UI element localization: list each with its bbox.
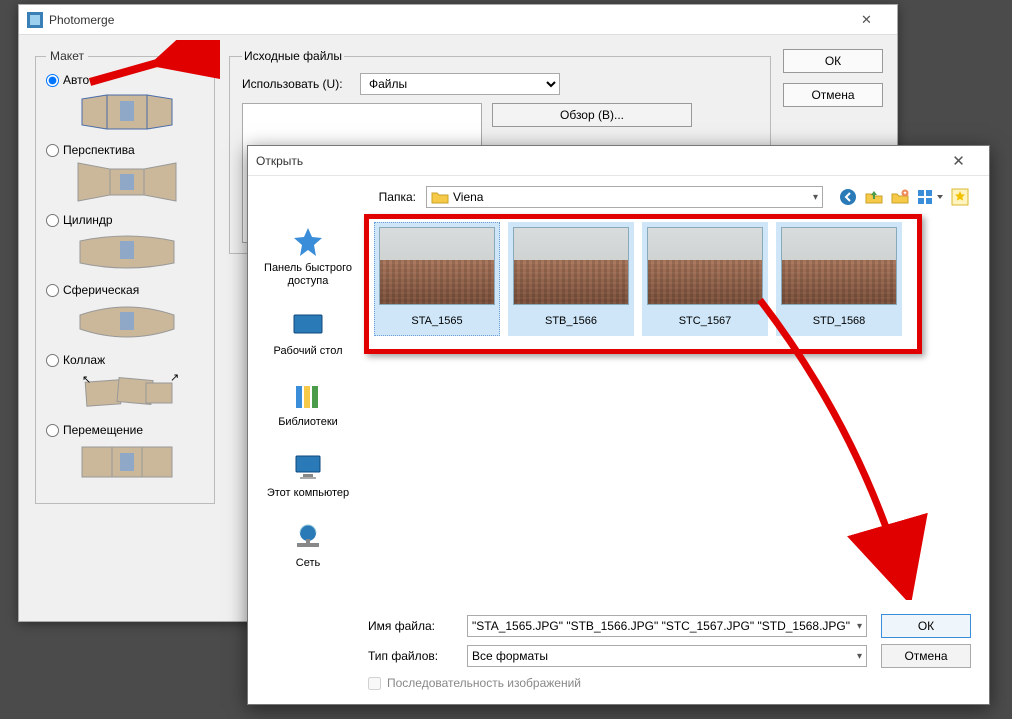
- radio-collage-input[interactable]: [46, 354, 59, 367]
- photomerge-title: Photomerge: [49, 13, 114, 27]
- open-title: Открыть: [256, 154, 303, 168]
- radio-cylinder-input[interactable]: [46, 214, 59, 227]
- thumb-preview: [647, 227, 763, 305]
- filetype-select[interactable]: Все форматы ▾: [467, 645, 867, 667]
- radio-perspective-label: Перспектива: [63, 143, 135, 157]
- radio-auto[interactable]: Авто: [46, 73, 204, 87]
- svg-text:↗: ↗: [170, 372, 179, 384]
- place-computer[interactable]: Этот компьютер: [248, 447, 368, 504]
- pm-ok-button[interactable]: ОК: [783, 49, 883, 73]
- layout-legend: Макет: [46, 49, 88, 63]
- back-icon[interactable]: [839, 188, 857, 206]
- pm-cancel-button[interactable]: Отмена: [783, 83, 883, 107]
- app-icon: [27, 12, 43, 28]
- radio-collage[interactable]: Коллаж: [46, 353, 204, 367]
- svg-text:↖: ↖: [82, 374, 91, 386]
- use-label: Использовать (U):: [242, 77, 352, 91]
- filetype-label: Тип файлов:: [368, 649, 453, 663]
- chevron-down-icon: ▾: [813, 192, 818, 203]
- place-desktop-label: Рабочий стол: [273, 345, 342, 358]
- place-quick-access[interactable]: Панель быстрого доступа: [248, 222, 368, 291]
- sequence-label: Последовательность изображений: [387, 676, 581, 690]
- radio-spherical[interactable]: Сферическая: [46, 283, 204, 297]
- file-thumb[interactable]: STD_1568: [776, 222, 902, 336]
- browse-button[interactable]: Обзор (B)...: [492, 103, 692, 127]
- filename-input[interactable]: "STA_1565.JPG" "STB_1566.JPG" "STC_1567.…: [467, 615, 867, 637]
- view-menu-icon[interactable]: [917, 188, 945, 206]
- place-network[interactable]: Сеть: [248, 517, 368, 574]
- thumb-reposition-icon: [72, 441, 182, 483]
- thumb-preview: [379, 227, 495, 305]
- open-cancel-button[interactable]: Отмена: [881, 644, 971, 668]
- nav-toolbar: ✦: [839, 188, 945, 206]
- folder-value: Viena: [453, 190, 483, 204]
- radio-reposition-input[interactable]: [46, 424, 59, 437]
- chevron-down-icon: ▾: [857, 621, 862, 632]
- source-legend: Исходные файлы: [242, 49, 344, 63]
- place-desktop[interactable]: Рабочий стол: [248, 305, 368, 362]
- photomerge-titlebar: Photomerge ✕: [19, 5, 897, 35]
- place-quick-label: Панель быстрого доступа: [248, 262, 368, 287]
- file-browser-area[interactable]: STA_1565 STB_1566 STC_1567 STD_1568: [368, 218, 989, 608]
- place-network-label: Сеть: [296, 557, 320, 570]
- radio-spherical-input[interactable]: [46, 284, 59, 297]
- thumb-name: STB_1566: [545, 311, 597, 331]
- layout-fieldset: Макет Авто Перспектива Цилиндр: [35, 49, 215, 504]
- open-ok-button[interactable]: ОК: [881, 614, 971, 638]
- radio-auto-label: Авто: [63, 73, 89, 87]
- open-dialog: Открыть ✕ Папка: Viena ▾ ✦ Панель быстро…: [247, 145, 990, 705]
- radio-reposition[interactable]: Перемещение: [46, 423, 204, 437]
- folder-label: Папка:: [368, 190, 416, 204]
- radio-perspective-input[interactable]: [46, 144, 59, 157]
- radio-reposition-label: Перемещение: [63, 423, 143, 437]
- file-thumb[interactable]: STB_1566: [508, 222, 634, 336]
- use-select[interactable]: Файлы: [360, 73, 560, 95]
- thumb-collage-icon: ↖↗: [72, 371, 182, 413]
- thumb-name: STA_1565: [411, 311, 462, 331]
- radio-cylinder-label: Цилиндр: [63, 213, 113, 227]
- thumb-name: STD_1568: [813, 311, 866, 331]
- open-titlebar: Открыть ✕: [248, 146, 989, 176]
- thumb-name: STC_1567: [679, 311, 732, 331]
- open-bottom-panel: Имя файла: "STA_1565.JPG" "STB_1566.JPG"…: [248, 608, 989, 704]
- filetype-value: Все форматы: [472, 649, 548, 663]
- filename-value: "STA_1565.JPG" "STB_1566.JPG" "STC_1567.…: [472, 619, 850, 633]
- file-thumb[interactable]: STC_1567: [642, 222, 768, 336]
- thumb-preview: [513, 227, 629, 305]
- radio-cylinder[interactable]: Цилиндр: [46, 213, 204, 227]
- svg-text:✦: ✦: [902, 190, 907, 197]
- thumb-cylinder-icon: [72, 231, 182, 273]
- thumb-preview: [781, 227, 897, 305]
- folder-select[interactable]: Viena ▾: [426, 186, 823, 208]
- place-libraries[interactable]: Библиотеки: [248, 376, 368, 433]
- close-icon[interactable]: ✕: [844, 5, 889, 35]
- radio-spherical-label: Сферическая: [63, 283, 139, 297]
- thumb-auto-icon: [72, 91, 182, 133]
- sequence-checkbox-input: [368, 677, 381, 690]
- thumb-spherical-icon: [72, 301, 182, 343]
- sequence-checkbox[interactable]: Последовательность изображений: [368, 676, 971, 690]
- place-libraries-label: Библиотеки: [278, 416, 338, 429]
- folder-icon: [431, 188, 449, 206]
- radio-collage-label: Коллаж: [63, 353, 105, 367]
- radio-perspective[interactable]: Перспектива: [46, 143, 204, 157]
- place-computer-label: Этот компьютер: [267, 487, 349, 500]
- close-icon[interactable]: ✕: [936, 146, 981, 176]
- file-thumb[interactable]: STA_1565: [374, 222, 500, 336]
- chevron-down-icon: ▾: [857, 651, 862, 662]
- radio-auto-input[interactable]: [46, 74, 59, 87]
- thumb-perspective-icon: [72, 161, 182, 203]
- filename-label: Имя файла:: [368, 619, 453, 633]
- places-sidebar: Панель быстрого доступа Рабочий стол Биб…: [248, 218, 368, 608]
- favorite-icon[interactable]: [951, 188, 969, 206]
- new-folder-icon[interactable]: ✦: [891, 188, 909, 206]
- up-folder-icon[interactable]: [865, 188, 883, 206]
